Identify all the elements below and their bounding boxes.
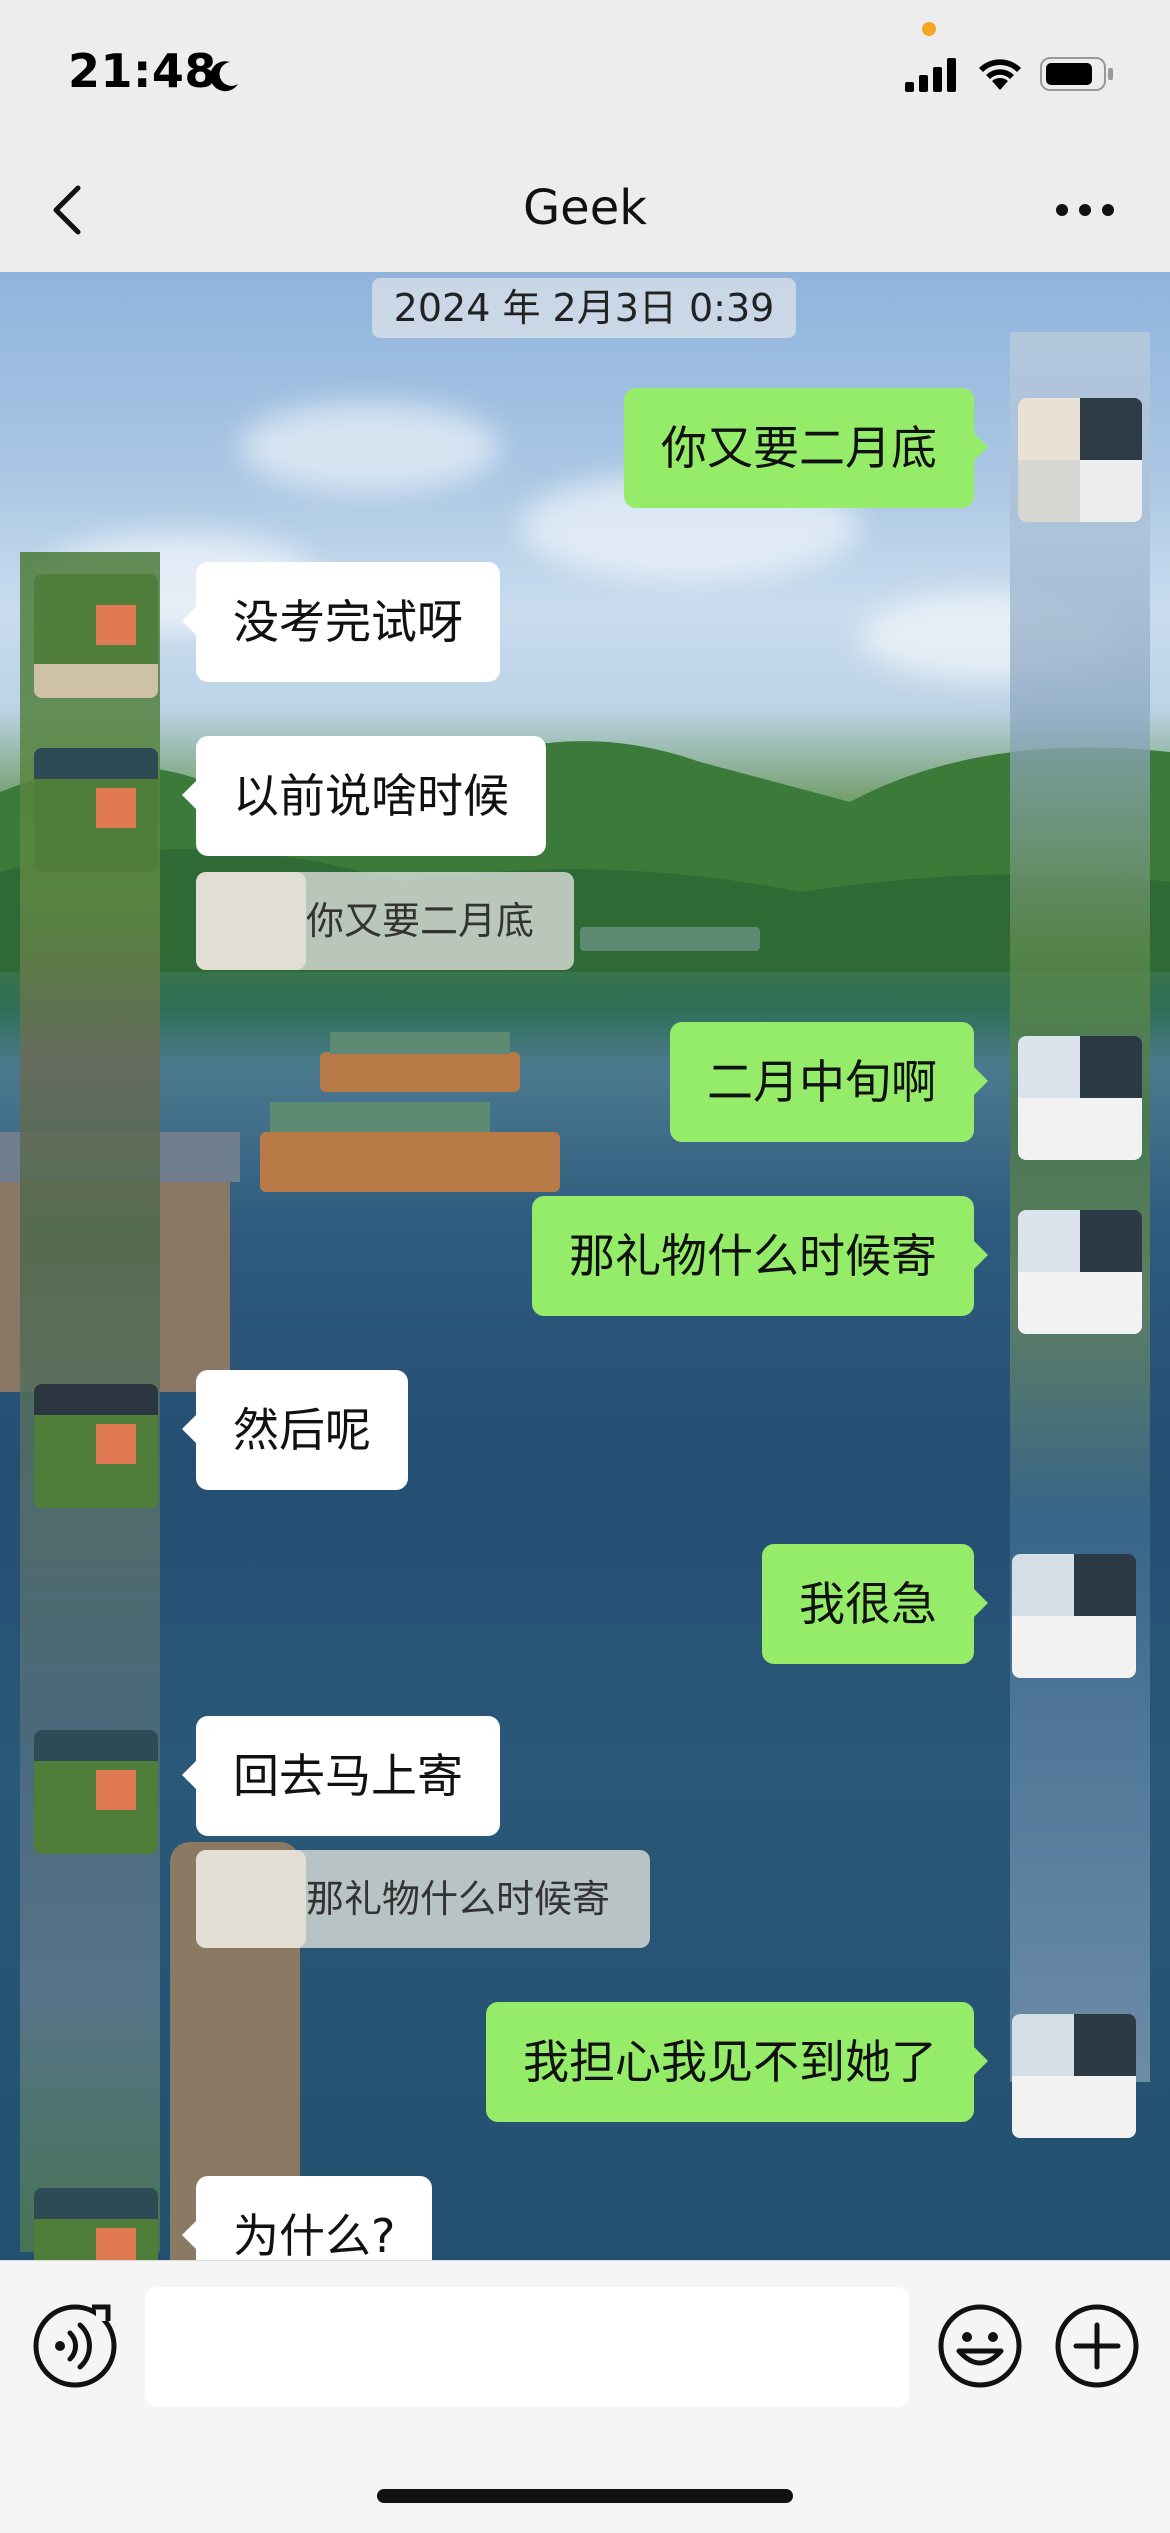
contact-avatar[interactable] [34, 1384, 158, 1508]
message-bubble-received[interactable]: 然后呢 [182, 1370, 408, 1490]
emoji-icon[interactable] [935, 2301, 1025, 2391]
quoted-thumbnail [196, 872, 306, 970]
chat-header: Geek [0, 150, 1170, 273]
contact-avatar[interactable] [34, 748, 158, 872]
message-input[interactable] [145, 2287, 909, 2407]
contact-avatar[interactable] [34, 2188, 158, 2260]
home-indicator[interactable] [377, 2489, 793, 2503]
contact-avatar[interactable] [34, 1730, 158, 1854]
chat-area[interactable]: 2024 年 2月3日 0:39 你又要二月底 没考完试呀 以前说啥时候 你又要… [0, 272, 1170, 2260]
message-bubble-sent[interactable]: 你又要二月底 [624, 388, 988, 508]
message-bubble-received[interactable]: 以前说啥时候 [182, 736, 546, 856]
quoted-message-text: 那礼物什么时候寄 [306, 1877, 611, 1921]
moon-icon [210, 61, 238, 92]
input-bar [0, 2260, 1170, 2533]
message-bubble-sent[interactable]: 二月中旬啊 [670, 1022, 988, 1142]
privacy-indicator [922, 22, 936, 36]
message-bubble-received[interactable]: 回去马上寄 [182, 1716, 500, 1836]
my-avatar[interactable] [1018, 398, 1142, 522]
voice-icon[interactable] [30, 2301, 120, 2391]
status-bar: 21:48 [0, 0, 1170, 150]
chat-title: Geek [522, 180, 648, 236]
quoted-message-text: 你又要二月底 [306, 899, 535, 943]
status-time: 21:48 [68, 44, 217, 98]
message-bubble-received[interactable]: 为什么? [181, 2176, 433, 2260]
signal-icon [905, 58, 956, 92]
message-bubble-sent[interactable]: 我担心我见不到她了 [486, 2002, 988, 2122]
my-avatar[interactable] [1012, 2014, 1136, 2138]
contact-avatar[interactable] [34, 574, 158, 698]
quoted-message[interactable]: 你又要二月底 [196, 872, 575, 970]
more-dots-icon[interactable] [1050, 190, 1120, 230]
plus-icon[interactable] [1052, 2301, 1142, 2391]
chat-timestamp: 2024 年 2月3日 0:39 [372, 278, 796, 338]
message-bubble-sent[interactable]: 我很急 [762, 1544, 988, 1664]
message-bubble-received[interactable]: 没考完试呀 [182, 562, 500, 682]
quoted-thumbnail [196, 1850, 306, 1948]
wifi-icon [979, 59, 1021, 90]
my-avatar[interactable] [1018, 1036, 1142, 1160]
my-avatar[interactable] [1018, 1210, 1142, 1334]
my-avatar[interactable] [1012, 1554, 1136, 1678]
message-bubble-sent[interactable]: 那礼物什么时候寄 [532, 1196, 988, 1316]
battery-icon [1040, 57, 1113, 91]
quoted-message[interactable]: 那礼物什么时候寄 [196, 1850, 651, 1948]
